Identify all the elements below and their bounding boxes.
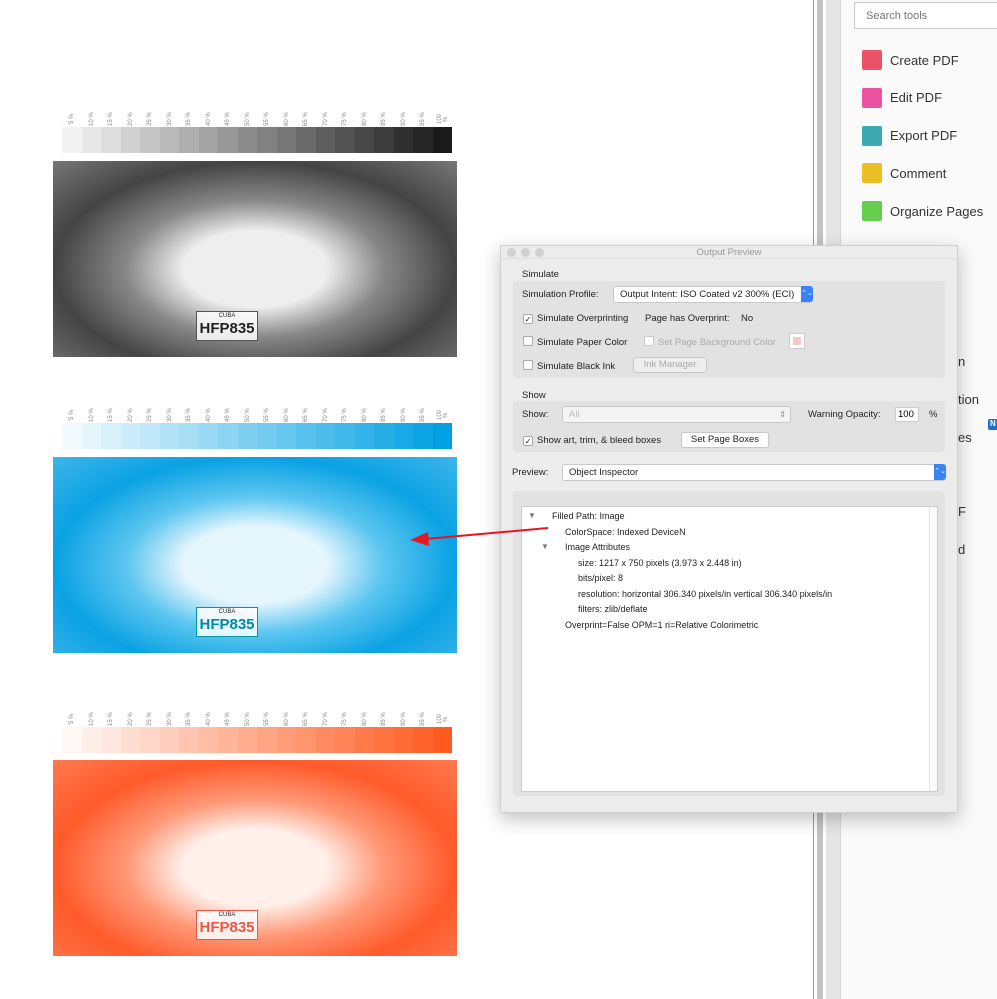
annotation-arrow <box>410 527 549 546</box>
